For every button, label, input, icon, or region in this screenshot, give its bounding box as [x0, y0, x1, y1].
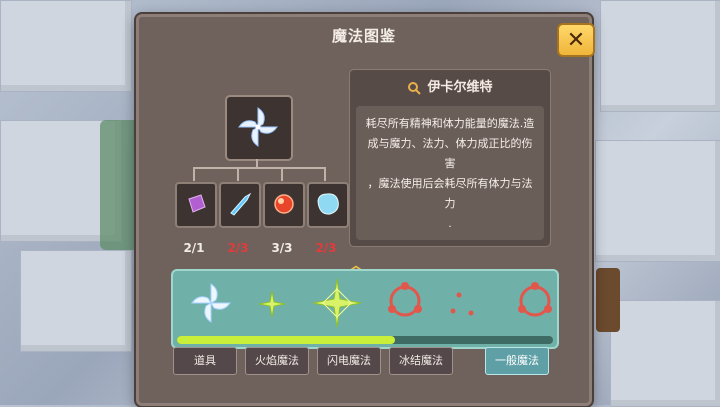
result-magic-slot[interactable] [225, 95, 293, 161]
scrollbar-thumb[interactable] [177, 336, 396, 344]
tree-connector [193, 167, 195, 181]
description-line: ，魔法使用后会耗尽所有体力与法力 [367, 177, 533, 210]
magnifier-icon [408, 81, 422, 95]
tree-connector [193, 167, 325, 169]
material-count-1: 2/1 [183, 241, 205, 255]
magic-codex-panel: 魔法图鉴 ✕ 2/1 2/3 3/3 2/3 伊卡尔维特 耗尽所有精神和体力能量… [136, 14, 595, 406]
magic-description: 耗尽所有精神和体力能量的魔法.造 成与魔力、法力、体力成正比的伤害 ，魔法使用后… [356, 106, 544, 240]
red-gem-icon [274, 194, 294, 214]
material-count-4: 2/3 [315, 241, 337, 255]
white-pinwheel-icon[interactable] [187, 279, 235, 327]
red-ring-icon[interactable] [383, 279, 427, 323]
tree-connector [281, 167, 283, 181]
material-slot-3[interactable] [263, 182, 305, 228]
red-dots-icon[interactable] [445, 289, 481, 319]
tab-ice-magic[interactable]: 冰结魔法 [389, 347, 453, 375]
magic-name: 伊卡尔维特 [427, 80, 493, 95]
material-slot-2[interactable] [219, 182, 261, 228]
tree-connector [237, 167, 239, 181]
magic-list-scrollbar[interactable] [177, 336, 553, 344]
pinwheel-magic-icon [238, 107, 278, 147]
tree-connector [256, 159, 258, 167]
tree-connector [324, 167, 326, 181]
magic-detail-box: 伊卡尔维特 耗尽所有精神和体力能量的魔法.造 成与魔力、法力、体力成正比的伤害 … [349, 69, 551, 247]
red-ring-partial-icon[interactable] [513, 279, 557, 323]
tab-items[interactable]: 道具 [173, 347, 237, 375]
ice-cube-icon [317, 193, 339, 215]
close-button[interactable]: ✕ [557, 23, 595, 57]
tab-general-magic[interactable]: 一般魔法 [485, 347, 549, 375]
material-count-3: 3/3 [271, 241, 293, 255]
panel-title: 魔法图鉴 [331, 27, 396, 45]
material-count-2: 2/3 [227, 241, 249, 255]
material-slot-1[interactable] [175, 182, 217, 228]
purple-crystal-icon [188, 194, 206, 213]
material-slot-4[interactable] [307, 182, 349, 228]
magic-name-header: 伊卡尔维特 [350, 76, 550, 98]
tab-fire-magic[interactable]: 火焰魔法 [245, 347, 309, 375]
large-green-star-icon[interactable] [311, 277, 363, 329]
magic-list[interactable] [171, 269, 559, 349]
description-line: 成与魔力、法力、体力成正比的伤害 [367, 137, 533, 170]
description-line: . [448, 217, 452, 230]
description-line: 耗尽所有精神和体力能量的魔法.造 [365, 117, 535, 130]
tab-lightning-magic[interactable]: 闪电魔法 [317, 347, 381, 375]
small-green-star-icon[interactable] [257, 289, 287, 319]
ice-shard-icon [230, 192, 252, 216]
